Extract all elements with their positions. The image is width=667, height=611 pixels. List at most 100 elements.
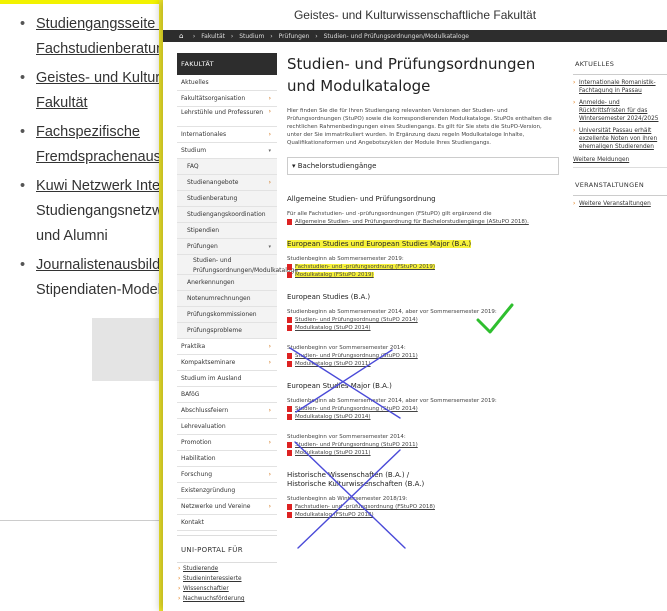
pdf-link[interactable]: Modulkatalog (StuPO 2011) [287, 360, 572, 368]
sidebar-item-label: Netzwerke und Vereine [181, 503, 251, 510]
body-text: Studienbeginn ab Sommersemester 2014, ab… [287, 309, 497, 315]
breadcrumb: ⌂ › Fakultät › Studium › Prüfungen › Stu… [163, 30, 667, 42]
sidebar-item[interactable]: FAQ [177, 159, 277, 175]
body-text: Studienbeginn ab Sommersemester 2014, ab… [287, 398, 497, 404]
sidebar-item[interactable]: Kontakt [177, 515, 277, 531]
sidebar-nav: FAKULTÄT Aktuelles Fakultätsorganisation ›… [177, 53, 298, 531]
sidebar-item[interactable]: Aktuelles [177, 75, 277, 91]
sidebar-item[interactable]: Prüfungskommissionen [177, 307, 277, 323]
portal-link-studierende[interactable]: Studierende [177, 565, 277, 573]
list-item[interactable]: Geistes- und Kulturv Fakultät [20, 66, 180, 116]
sidebar-item[interactable]: Forschung › [177, 467, 277, 483]
sidebar-item[interactable]: BAföG [177, 387, 277, 403]
sidebar-item-label: Studiengangskoordination [187, 211, 266, 218]
breadcrumb-item: Studien- und Prüfungsordnungen/Modulkata… [323, 33, 469, 40]
sidebar-item-label: Prüfungen [187, 243, 218, 250]
sidebar-item[interactable]: Praktika › [177, 339, 277, 355]
sidebar-item-label: Lehrstühle und Professuren [181, 109, 264, 116]
sidebar-item[interactable]: Studium im Ausland [177, 371, 277, 387]
pdf-icon [287, 219, 292, 225]
sidebar-item[interactable]: Internationales › [177, 127, 277, 143]
pdf-icon [287, 504, 292, 510]
more-news-link[interactable]: Weitere Meldungen [573, 157, 667, 168]
sidebar-item[interactable]: Promotion › [177, 435, 277, 451]
home-icon[interactable]: ⌂ [179, 30, 187, 42]
pdf-icon [287, 317, 292, 323]
sidebar-item-label: Studienberatung [187, 195, 238, 202]
list-item[interactable]: Journalistenausbildu Stipendiaten-Modell [20, 253, 180, 303]
pdf-link[interactable]: Studien- und Prüfungsordnung (StuPO 2011… [287, 441, 572, 449]
section-title: European Studies Major (B.A.) [287, 382, 392, 390]
sidebar-item[interactable]: Studienberatung [177, 191, 277, 207]
sidebar-item-label: Existenzgründung [181, 487, 236, 494]
sidebar-item[interactable]: Lehrstühle und Professuren › [177, 107, 277, 127]
body-text: Studienbeginn vor Sommersemester 2014: [287, 434, 406, 440]
body-text: Studienbeginn ab Wintersemester 2018/19: [287, 496, 408, 502]
pdf-link[interactable]: Modulkatalog (StuPO 2014) [287, 413, 572, 421]
sidebar-item[interactable]: Existenzgründung [177, 483, 277, 499]
sidebar-item[interactable]: Kompaktseminare › [177, 355, 277, 371]
portal-heading: UNI-PORTAL FÜR [177, 535, 277, 563]
list-item[interactable]: Studiengangsseite d Fachstudienberatun [20, 12, 180, 62]
portal-link-studieninteressierte[interactable]: Studieninteressierte [177, 575, 277, 583]
sidebar-item-label: Forschung [181, 471, 213, 478]
sidebar-item[interactable]: Studien- und Prüfungsordnungen/Modulkata… [177, 255, 298, 275]
news-link[interactable]: Universität Passau erhält exzellente Not… [573, 127, 667, 151]
pdf-link[interactable]: Fachstudien- und -prüfungsordnung (FStuP… [287, 263, 572, 271]
breadcrumb-item[interactable]: Fakultät [201, 33, 225, 40]
sidebar-item-label: Notenumrechnungen [187, 295, 251, 302]
sidebar-item[interactable]: Fakultätsorganisation › [177, 91, 277, 107]
accordion-bachelor[interactable]: ▾ Bachelorstudiengänge [287, 157, 559, 175]
news-link[interactable]: Anmelde- und Rücktrittsfristen für das W… [573, 99, 667, 123]
chevron-down-icon: ▾ [268, 244, 271, 250]
body-text: Studienbeginn vor Sommersemester 2014: [287, 345, 406, 351]
sidebar-item[interactable]: Studienangebote › [177, 175, 277, 191]
breadcrumb-item[interactable]: Prüfungen [279, 33, 310, 40]
pdf-link[interactable]: Modulkatalog (FStuPO 2019) [287, 271, 572, 279]
sidebar-item[interactable]: Prüfungsprobleme [177, 323, 277, 339]
list-item[interactable]: Fachspezifische Fremdsprachenausb [20, 120, 180, 170]
sidebar-item-label: BAföG [181, 391, 200, 398]
pdf-link[interactable]: Fachstudien- und -prüfungsordnung (FStuP… [287, 503, 572, 511]
chevron-down-icon: ▾ [268, 148, 271, 154]
sidebar-item-label: Abschlussfeiern [181, 407, 229, 414]
sidebar-item[interactable]: Studium ▾ [177, 143, 277, 159]
news-heading: AKTUELLES [573, 53, 667, 75]
sidebar-item-label: Studium [181, 147, 207, 154]
pdf-link[interactable]: Modulkatalog (FStuPO 2018) [287, 511, 572, 519]
chevron-right-icon: › [268, 95, 271, 102]
pdf-link[interactable]: Modulkatalog (StuPO 2014) [287, 324, 572, 332]
sidebar-item[interactable]: Lehrevaluation [177, 419, 277, 435]
sidebar-item-label: Kompaktseminare [181, 359, 236, 366]
portal-link-wissenschaftler[interactable]: Wissenschaftler [177, 585, 277, 593]
pdf-link[interactable]: Studien- und Prüfungsordnung (StuPO 2014… [287, 405, 572, 413]
divider [0, 520, 160, 521]
sidebar-item-label: Praktika [181, 343, 206, 350]
sidebar-item[interactable]: Anerkennungen [177, 275, 277, 291]
list-item[interactable]: Kuwi Netzwerk Inter Studiengangsnetzw un… [20, 174, 180, 249]
sidebar-item[interactable]: Habilitation [177, 451, 277, 467]
background-link-list: Studiengangsseite d Fachstudienberatun G… [20, 12, 180, 307]
chevron-right-icon: › [268, 131, 271, 138]
pdf-icon [287, 414, 292, 420]
pdf-link[interactable]: Allgemeine Studien- und Prüfungsordnung … [287, 218, 572, 226]
pdf-link[interactable]: Modulkatalog (StuPO 2011) [287, 449, 572, 457]
chevron-right-icon: › [268, 439, 271, 446]
pdf-link[interactable]: Studien- und Prüfungsordnung (StuPO 2014… [287, 316, 572, 324]
sidebar-item[interactable]: Notenumrechnungen [177, 291, 277, 307]
portal-link-nachwuchs[interactable]: Nachwuchsförderung [177, 595, 277, 603]
sidebar-item[interactable]: Stipendien [177, 223, 277, 239]
sidebar-item[interactable]: Studiengangskoordination [177, 207, 277, 223]
sidebar-item[interactable]: Netzwerke und Vereine › [177, 499, 277, 515]
pdf-link[interactable]: Studien- und Prüfungsordnung (StuPO 2011… [287, 352, 572, 360]
sidebar-item[interactable]: Abschlussfeiern › [177, 403, 277, 419]
more-events-link[interactable]: Weitere Veranstaltungen [573, 200, 667, 208]
faculty-page-window: Geistes- und Kulturwissenschaftliche Fak… [163, 0, 667, 611]
sidebar-heading: FAKULTÄT [177, 53, 277, 75]
sidebar-item-label: FAQ [187, 163, 199, 170]
news-link[interactable]: Internationale Romanistik-Fachtagung in … [573, 79, 667, 95]
breadcrumb-item[interactable]: Studium [239, 33, 264, 40]
sidebar-item[interactable]: Prüfungen ▾ [177, 239, 277, 255]
sidebar-item-label: Studien- und Prüfungsordnungen/Modulkata… [193, 257, 299, 274]
chevron-right-icon: › [268, 179, 271, 186]
